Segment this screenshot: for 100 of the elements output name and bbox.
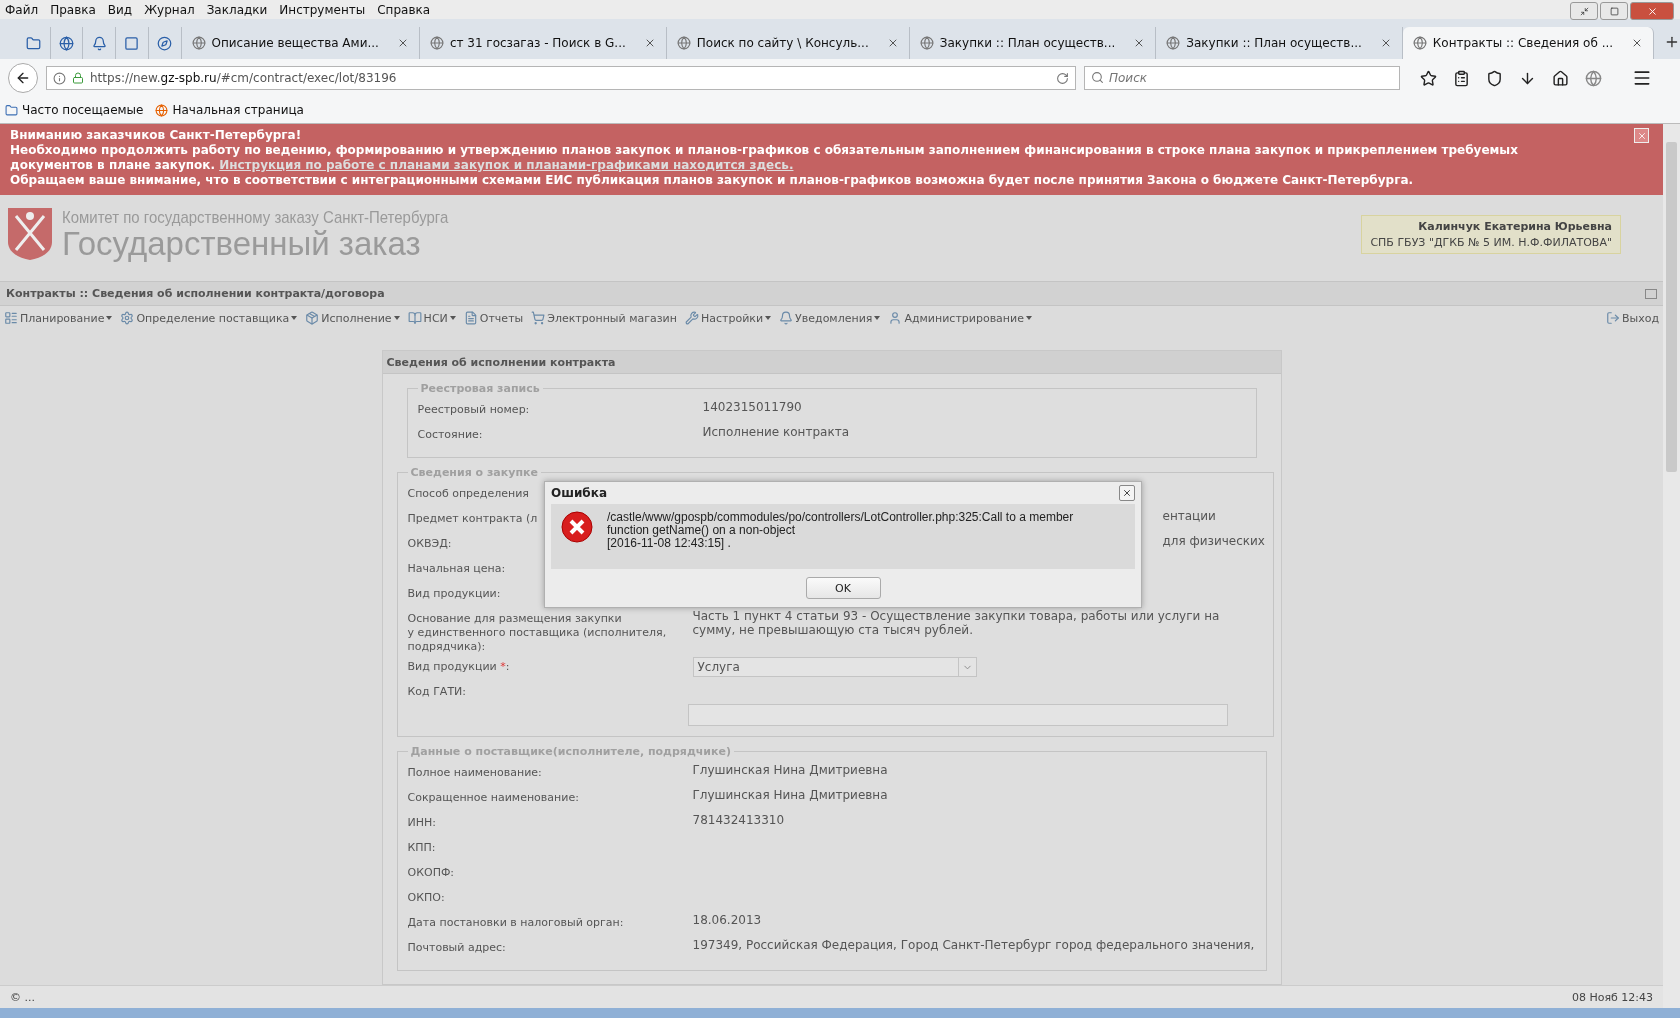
- toolbar-menu-button[interactable]: Уведомления: [779, 311, 881, 325]
- site-title: Государственный заказ: [62, 228, 421, 260]
- menu-item[interactable]: Вид: [107, 2, 133, 17]
- user-icon: [888, 311, 903, 325]
- folder-icon: [5, 103, 18, 117]
- scrollbar[interactable]: [1663, 124, 1680, 1008]
- box-icon: [305, 311, 320, 325]
- menu-item[interactable]: Закладки: [206, 2, 268, 17]
- dialog-title: Ошибка: [551, 486, 607, 500]
- globe-icon[interactable]: [1585, 69, 1602, 87]
- user-organization: СПБ ГБУЗ "ДГКБ № 5 ИМ. Н.Ф.ФИЛАТОВА": [1370, 235, 1612, 249]
- section-title: Сведения о закупке: [409, 466, 539, 479]
- browser-tab[interactable]: Контракты :: Сведения об ...: [1402, 27, 1655, 59]
- toolbar-menu-button[interactable]: НСИ: [407, 311, 456, 325]
- field-label: Состояние:: [417, 427, 483, 442]
- field-label: ИНН:: [407, 815, 436, 830]
- toolbar-menu-button[interactable]: Планирование: [4, 311, 113, 325]
- search-field[interactable]: Поиск: [1084, 66, 1400, 90]
- menu-icon[interactable]: [1632, 68, 1652, 88]
- new-tab-icon[interactable]: [1664, 34, 1680, 50]
- field-label: Основание для размещения закупки у единственного поставщика (исполнителя, подрядчика):: [407, 611, 667, 654]
- field-label: КПП:: [407, 840, 436, 855]
- minimize-button[interactable]: [1570, 2, 1598, 20]
- close-icon: [1122, 488, 1132, 498]
- square-icon: [124, 35, 140, 51]
- field-value: 781432413310: [692, 813, 786, 827]
- bell-icon: [779, 311, 794, 325]
- globe-icon: [919, 36, 934, 50]
- info-icon: [53, 71, 66, 85]
- bookmark-item[interactable]: Начальная страница: [155, 103, 304, 117]
- toolbar-menu-button[interactable]: Отчеты: [463, 311, 524, 325]
- toolbar-menu-button[interactable]: Исполнение: [305, 311, 400, 325]
- menu-item[interactable]: Журнал: [144, 2, 195, 17]
- clipboard-icon[interactable]: [1453, 69, 1470, 87]
- field-label: Почтовый адрес:: [407, 940, 506, 955]
- emblem-logo: [6, 206, 54, 262]
- globe-icon: [429, 36, 444, 50]
- home-icon[interactable]: [1552, 69, 1569, 87]
- notice-title: Вниманию заказчиков Санкт-Петербурга!: [10, 128, 303, 143]
- breadcrumb: Контракты :: Сведения об исполнении контракта/договора: [6, 287, 385, 300]
- field-label: Способ определения: [407, 486, 529, 501]
- cart-icon: [531, 311, 546, 325]
- collapse-button[interactable]: [1645, 288, 1657, 299]
- field-label: Предмет контракта (л: [407, 511, 538, 526]
- back-button[interactable]: [8, 63, 38, 93]
- search-icon: [1091, 71, 1104, 84]
- bookmark-item[interactable]: Часто посещаемые: [5, 103, 144, 117]
- field-value: 197349, Российская Федерация, Город Санкт-Петербург город федерального значения,: [692, 938, 1256, 952]
- notice-text: Необходимо продолжить работу по ведению, формированию и утверждению планов закупок и планов-графиков с обязательным заполнением финансирования в строке плана закупок и прикреплением требуемых документов в плане закупок. Инструкция по работе с планами закупок и планами-графиками находится здесь.: [10, 143, 1519, 173]
- field-label: Вид продукции *:: [407, 659, 510, 674]
- toolbar-menu-button[interactable]: Определение поставщика: [120, 311, 298, 325]
- list-icon: [4, 311, 18, 325]
- field-label: ОКОПФ:: [407, 865, 455, 880]
- field-value: Глушинская Нина Дмитриевна: [692, 763, 889, 777]
- error-icon: [561, 511, 593, 543]
- close-icon: [1646, 5, 1658, 17]
- maximize-icon: [1609, 6, 1619, 16]
- menu-item[interactable]: Правка: [50, 2, 96, 17]
- error-message: /castle/www/gpospb/commodules/po/controllers/LotController.php:325:Call to a member function getName() on a non-object [2016-11-08 12:43:15] .: [607, 511, 1074, 552]
- org-name: Комитет по государственному заказу Санкт-Петербурга: [62, 208, 449, 228]
- close-button[interactable]: [1119, 485, 1135, 501]
- globe-icon: [1412, 36, 1427, 50]
- menu-item[interactable]: Инструменты: [279, 2, 366, 17]
- clock: 08 Нояб 12:43: [1571, 990, 1653, 1004]
- globe-icon: [59, 35, 75, 51]
- lock-icon: [72, 72, 84, 84]
- section-title: Данные о поставщике(исполнителе, подрядчике): [409, 745, 732, 758]
- product-type-select[interactable]: Услуга: [692, 657, 977, 677]
- wrench-icon: [684, 311, 699, 325]
- field-value: 18.06.2013: [692, 913, 763, 927]
- field-label: ОКПО:: [407, 890, 445, 905]
- maximize-button[interactable]: [1600, 2, 1628, 20]
- menu-item[interactable]: Справка: [377, 2, 431, 17]
- toolbar-menu-button[interactable]: Администрирование: [888, 311, 1032, 325]
- section-title: Реестровая запись: [419, 382, 541, 395]
- toolbar-menu-button[interactable]: Электронный магазин: [531, 311, 677, 325]
- ok-button[interactable]: OK: [805, 577, 881, 599]
- reload-icon[interactable]: [1056, 71, 1069, 85]
- globe-icon: [1166, 36, 1181, 50]
- field-label: Код ГАТИ:: [407, 684, 467, 699]
- field-value: ентации: [1162, 509, 1217, 523]
- field-label: Сокращенное наименование:: [407, 790, 579, 805]
- field-value: Исполнение контракта: [702, 425, 850, 439]
- input-field[interactable]: [687, 704, 1228, 726]
- gears-icon: [120, 311, 135, 325]
- menu-item[interactable]: Файл: [5, 2, 39, 17]
- exit-icon: [1605, 311, 1620, 325]
- bell-icon: [91, 35, 107, 51]
- address-field[interactable]: https://new.gz-spb.ru/#cm/contract/exec/lot/83196: [46, 66, 1076, 90]
- minimize-icon: [1579, 6, 1589, 16]
- toolbar-menu-button[interactable]: Настройки: [684, 311, 772, 325]
- exit-button[interactable]: Выход: [1605, 311, 1659, 325]
- globe-icon: [191, 36, 206, 50]
- star-icon[interactable]: [1420, 69, 1437, 87]
- field-label: Начальная цена:: [407, 561, 506, 576]
- field-label: ОКВЭД:: [407, 536, 452, 551]
- status-text: © ...: [10, 990, 35, 1004]
- field-label: Полное наименование:: [407, 765, 542, 780]
- shield-icon[interactable]: [1486, 69, 1503, 87]
- field-value: для физических: [1162, 534, 1265, 548]
